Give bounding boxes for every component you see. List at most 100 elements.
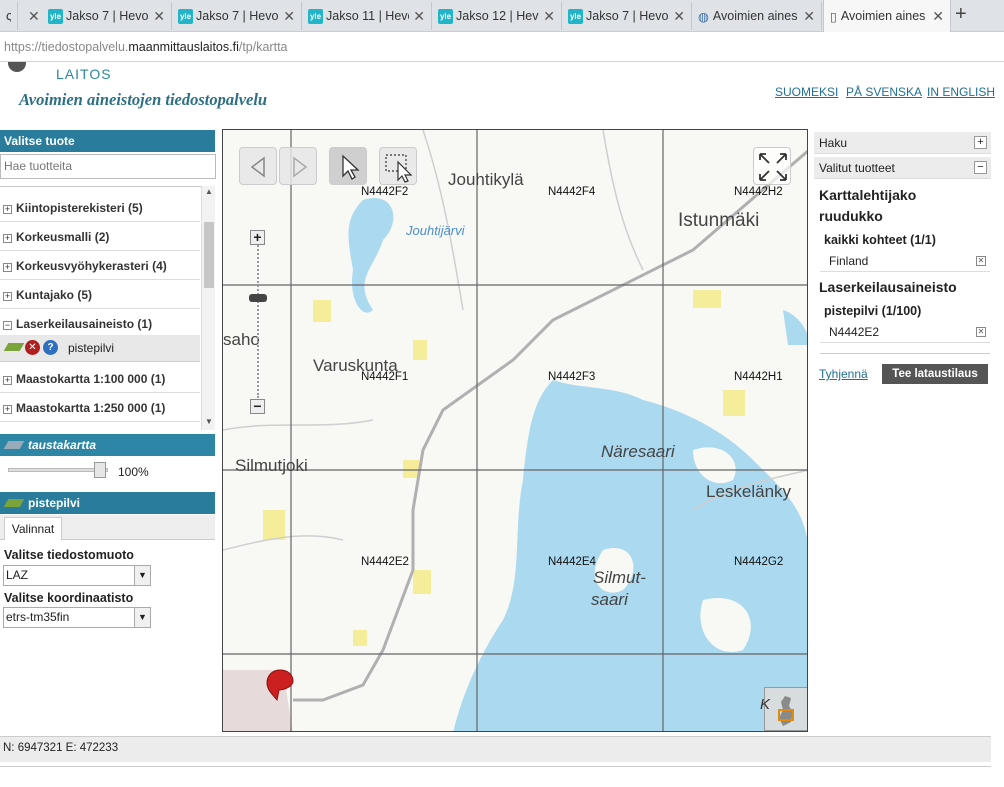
expand-icon[interactable]: + bbox=[3, 292, 12, 301]
expand-icon[interactable]: + bbox=[974, 136, 987, 149]
close-icon[interactable]: ✕ bbox=[413, 8, 425, 25]
place-label: saari bbox=[591, 590, 628, 609]
product-search-input[interactable]: Hae tuotteita bbox=[0, 154, 216, 179]
box-select-tool-button[interactable] bbox=[379, 147, 417, 185]
download-order-button[interactable]: Tee lataustilaus bbox=[882, 364, 988, 384]
zoom-in-icon[interactable]: + bbox=[250, 230, 265, 245]
divider bbox=[820, 353, 990, 354]
fullscreen-button[interactable] bbox=[753, 147, 791, 185]
page-icon: ▯ bbox=[830, 9, 837, 24]
place-label: Varuskunta bbox=[313, 356, 398, 375]
zoom-bar[interactable] bbox=[257, 238, 259, 398]
opacity-value: 100% bbox=[118, 465, 149, 479]
coordinate-readout: N: 6947321 E: 472233 bbox=[3, 742, 119, 754]
selected-item: Finland ✕ bbox=[820, 250, 990, 272]
expand-icon[interactable]: + bbox=[3, 234, 12, 243]
selected-products-header[interactable]: Valitut tuotteet − bbox=[814, 157, 991, 179]
lang-link-sv[interactable]: PÅ SVENSKA bbox=[846, 85, 922, 99]
new-tab-icon[interactable]: + bbox=[955, 3, 967, 26]
layer-flag-icon bbox=[3, 343, 25, 351]
browser-tab[interactable]: yle Jakso 12 | Hevo ✕ bbox=[432, 2, 562, 30]
tab-options[interactable]: Valinnat bbox=[4, 517, 62, 540]
expand-icon[interactable]: + bbox=[3, 205, 12, 214]
browser-tab[interactable]: yle Jakso 7 | Hevos ✕ bbox=[562, 2, 692, 30]
close-icon[interactable]: ✕ bbox=[932, 8, 944, 25]
clear-link[interactable]: Tyhjennä bbox=[819, 367, 868, 381]
water-label: Jouhtijärvi bbox=[406, 223, 465, 238]
zoom-slider-handle[interactable] bbox=[249, 294, 267, 302]
expand-icon[interactable]: + bbox=[3, 376, 12, 385]
yle-icon: yle bbox=[438, 8, 453, 24]
browser-tab[interactable]: yle Jakso 7 | Hevos ✕ bbox=[172, 2, 302, 30]
browser-tab-active[interactable]: ▯ Avoimien aines ✕ bbox=[823, 0, 951, 32]
selected-layer-row[interactable]: ✕ ? pistepilvi bbox=[0, 335, 200, 362]
close-icon[interactable]: ✕ bbox=[283, 8, 295, 25]
search-panel-header[interactable]: Haku + bbox=[814, 132, 991, 154]
expand-icon[interactable]: + bbox=[3, 405, 12, 414]
grid-label: N4442G2 bbox=[734, 556, 784, 568]
help-icon[interactable]: ? bbox=[43, 340, 58, 355]
logo-text: LAITOS bbox=[56, 66, 112, 82]
chevron-down-icon: ▼ bbox=[134, 608, 150, 627]
lang-link-fi[interactable]: SUOMEKSI bbox=[775, 85, 838, 99]
select-tool-button[interactable] bbox=[329, 147, 367, 185]
coordinate-system-label: Valitse koordinaatisto bbox=[4, 591, 134, 605]
select-product-header: Valitse tuote bbox=[0, 130, 215, 152]
lang-link-en[interactable]: IN ENGLISH bbox=[927, 85, 995, 99]
browser-tab[interactable]: ς Li bbox=[0, 2, 18, 30]
browser-tab[interactable]: yle Jakso 11 | Hevo ✕ bbox=[302, 2, 432, 30]
collapse-icon[interactable]: − bbox=[3, 321, 12, 330]
opacity-slider-handle[interactable] bbox=[94, 462, 106, 478]
expand-icon[interactable]: + bbox=[3, 263, 12, 272]
coordinate-system-select[interactable]: etrs-tm35fin ▼ bbox=[3, 607, 151, 628]
coordinate-status-bar: N: 6947321 E: 472233 bbox=[0, 736, 991, 762]
collapse-icon[interactable]: − bbox=[974, 161, 987, 174]
yle-icon: yle bbox=[178, 8, 193, 24]
logo-icon bbox=[8, 62, 26, 72]
product-list-scrollbar[interactable]: ▲ ▼ bbox=[201, 186, 215, 430]
list-item[interactable]: + Maastokartta 1:250 000 (1) bbox=[0, 394, 200, 422]
scroll-thumb[interactable] bbox=[204, 222, 214, 288]
list-item[interactable]: + Korkeusmalli (2) bbox=[0, 223, 200, 251]
list-item[interactable]: + Korkeusvyöhykerasteri (4) bbox=[0, 252, 200, 280]
opacity-slider[interactable] bbox=[8, 468, 108, 472]
grid-label: N4442E2 bbox=[361, 556, 409, 568]
history-back-button[interactable] bbox=[239, 147, 277, 185]
grid-label: N4442H2 bbox=[734, 186, 783, 198]
close-icon[interactable]: ✕ bbox=[673, 8, 685, 25]
browser-tab[interactable]: ◍ Avoimien aines ✕ bbox=[692, 2, 822, 30]
place-label: Jouhtikylä bbox=[448, 170, 524, 189]
yle-icon: yle bbox=[568, 8, 583, 24]
yle-icon: yle bbox=[48, 8, 63, 24]
file-format-label: Valitse tiedostomuoto bbox=[4, 548, 134, 562]
browser-tab-bar: ς Li ✕ yle Jakso 7 | Hevos ✕ yle Jakso 7… bbox=[0, 0, 1004, 32]
history-forward-button[interactable] bbox=[279, 147, 317, 185]
remove-icon[interactable]: ✕ bbox=[976, 327, 986, 337]
list-item[interactable]: + Kuntajako (5) bbox=[0, 281, 200, 309]
close-icon[interactable]: ✕ bbox=[153, 8, 165, 25]
close-icon[interactable]: ✕ bbox=[803, 8, 815, 25]
list-item[interactable]: + Kiintopisterekisteri (5) bbox=[0, 194, 200, 222]
address-bar[interactable]: https://tiedostopalvelu.maanmittauslaito… bbox=[0, 32, 1004, 62]
map-view[interactable]: N4442F2 N4442F4 N4442H2 N4442F1 N4442F3 … bbox=[222, 129, 808, 732]
list-item[interactable]: − Laserkeilausaineisto (1) bbox=[0, 310, 200, 338]
remove-icon[interactable]: ✕ bbox=[976, 256, 986, 266]
group-subtitle: pistepilvi (1/100) bbox=[824, 304, 922, 318]
remove-icon[interactable]: ✕ bbox=[25, 340, 40, 355]
layer-flag-icon bbox=[3, 441, 25, 449]
scroll-down-icon[interactable]: ▼ bbox=[202, 417, 216, 429]
scroll-up-icon[interactable]: ▲ bbox=[202, 187, 216, 199]
grid-label: N4442F2 bbox=[361, 186, 409, 198]
overview-map-button[interactable]: K bbox=[760, 687, 807, 731]
close-icon[interactable]: ✕ bbox=[543, 8, 555, 25]
file-format-select[interactable]: LAZ ▼ bbox=[3, 565, 151, 586]
place-label: Silmutjoki bbox=[235, 456, 308, 475]
place-label: Leskelänky bbox=[706, 482, 792, 501]
place-label: Silmut- bbox=[593, 568, 646, 587]
location-marker-icon[interactable] bbox=[265, 668, 295, 702]
zoom-out-icon[interactable]: − bbox=[250, 399, 265, 414]
list-item[interactable]: + Maastokartta 1:100 000 (1) bbox=[0, 365, 200, 393]
browser-tab[interactable]: yle Jakso 7 | Hevos ✕ bbox=[42, 2, 172, 30]
close-icon[interactable]: ✕ bbox=[18, 2, 40, 30]
product-list: + Kiintopisterekisteri (5) + Korkeusmalli … bbox=[0, 186, 215, 430]
